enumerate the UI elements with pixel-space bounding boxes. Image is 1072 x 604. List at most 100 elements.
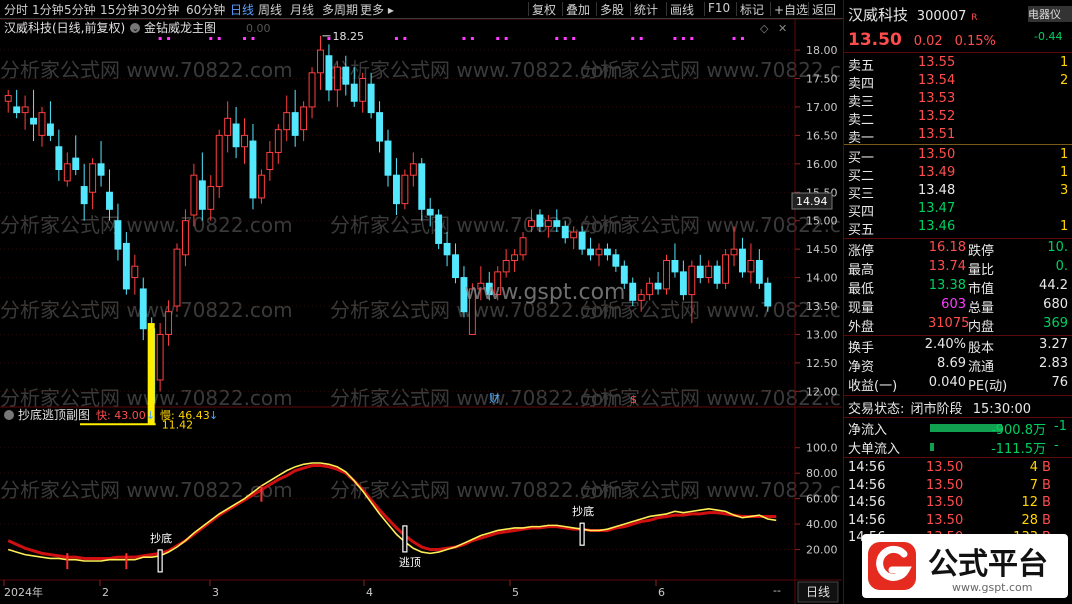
candle-body[interactable]: [38, 112, 46, 136]
bid-price[interactable]: 13.49: [918, 165, 955, 180]
candle-body[interactable]: [376, 112, 384, 142]
candle-body[interactable]: [30, 117, 37, 125]
candle-body[interactable]: [502, 260, 510, 273]
candle-body[interactable]: [696, 265, 704, 279]
candle-body[interactable]: [435, 214, 443, 244]
candle-body[interactable]: [646, 282, 654, 296]
candle-body[interactable]: [553, 220, 561, 227]
ask-price[interactable]: 13.52: [918, 109, 955, 124]
tab-5[interactable]: 60分钟: [186, 1, 225, 18]
candle-body[interactable]: [452, 254, 459, 279]
financial-report-marker[interactable]: 财: [489, 391, 500, 405]
candle-body[interactable]: [418, 163, 426, 210]
candle-body[interactable]: [46, 123, 54, 136]
candle-body[interactable]: [764, 282, 772, 307]
candle-body[interactable]: [392, 174, 400, 205]
candle-body[interactable]: [755, 260, 763, 284]
candle-body[interactable]: [291, 112, 299, 136]
candle-body[interactable]: [72, 157, 80, 170]
candle-body[interactable]: [13, 106, 21, 114]
candle-body[interactable]: [131, 265, 139, 279]
toolbar-action-6[interactable]: 标记: [740, 1, 764, 18]
candle-body[interactable]: [333, 66, 341, 91]
ask-price[interactable]: 13.54: [918, 73, 955, 88]
toolbar-action-3[interactable]: 统计: [634, 1, 658, 18]
candle-body[interactable]: [367, 83, 375, 114]
candle-body[interactable]: [156, 333, 164, 381]
candle-body[interactable]: [63, 163, 71, 182]
candle-body[interactable]: [587, 248, 595, 256]
candle-body[interactable]: [654, 282, 662, 290]
toolbar-action-1[interactable]: 叠加: [566, 1, 590, 18]
ask-price[interactable]: 13.53: [918, 91, 955, 106]
dividend-marker[interactable]: $: [630, 393, 637, 406]
candle-body[interactable]: [274, 129, 282, 153]
candle-body[interactable]: [266, 151, 274, 170]
candle-body[interactable]: [190, 174, 198, 216]
candle-body[interactable]: [325, 55, 333, 91]
tab-9[interactable]: 多周期: [322, 1, 358, 18]
candle-body[interactable]: [224, 117, 232, 136]
tab-2[interactable]: 5分钟: [64, 1, 96, 18]
candle-body[interactable]: [603, 248, 611, 256]
candle-body[interactable]: [207, 186, 215, 210]
tab-8[interactable]: 月线: [290, 1, 314, 18]
candle-body[interactable]: [747, 260, 755, 273]
sector-tag[interactable]: 电器仪: [1028, 6, 1072, 22]
kline-chart[interactable]: 分析家公式网 www.70822.com 分析家公式网 www.70822.com…: [0, 19, 842, 604]
candle-body[interactable]: [232, 123, 240, 148]
candle-body[interactable]: [409, 163, 417, 176]
candle-body[interactable]: [114, 220, 122, 250]
candle-body[interactable]: [181, 220, 189, 256]
candle-body[interactable]: [89, 163, 97, 193]
candle-body[interactable]: [663, 260, 670, 290]
toolbar-action-8[interactable]: 返回: [812, 1, 836, 18]
candle-body[interactable]: [679, 271, 687, 296]
candle-body[interactable]: [359, 78, 367, 102]
candle-body[interactable]: [637, 294, 645, 301]
tab-3[interactable]: 15分钟: [100, 1, 139, 18]
bid-price[interactable]: 13.48: [918, 183, 955, 198]
tab-0[interactable]: 分时: [4, 1, 28, 18]
candle-body[interactable]: [612, 254, 620, 267]
candle-body[interactable]: [257, 174, 265, 199]
candle-body[interactable]: [97, 163, 105, 176]
candle-body[interactable]: [350, 83, 358, 102]
tab-4[interactable]: 30分钟: [140, 1, 179, 18]
candle-body[interactable]: [688, 265, 696, 296]
candle-body[interactable]: [249, 140, 257, 199]
candle-body[interactable]: [300, 106, 308, 131]
candle-body[interactable]: [342, 66, 350, 85]
tab-1[interactable]: 1分钟: [32, 1, 64, 18]
close-icon[interactable]: ✕: [778, 22, 787, 35]
candle-body[interactable]: [139, 288, 147, 330]
bid-price[interactable]: 13.46: [918, 219, 955, 234]
candle-body[interactable]: [384, 140, 392, 176]
candle-body[interactable]: [4, 95, 12, 102]
candle-body[interactable]: [106, 191, 113, 210]
candle-body[interactable]: [595, 248, 603, 256]
candle-body[interactable]: [173, 248, 181, 307]
tab-6[interactable]: 日线: [230, 1, 254, 18]
candle-body[interactable]: [308, 72, 316, 108]
bid-price[interactable]: 13.50: [918, 147, 955, 162]
ask-price[interactable]: 13.51: [918, 127, 955, 142]
candle-body[interactable]: [55, 146, 63, 170]
candle-body[interactable]: [519, 237, 527, 256]
candle-body[interactable]: [198, 180, 206, 210]
candle-body[interactable]: [722, 254, 730, 284]
candle-body[interactable]: [511, 254, 519, 261]
candle-body[interactable]: [443, 242, 451, 256]
candle-body[interactable]: [570, 231, 578, 239]
tab-10[interactable]: 更多 ▸: [360, 1, 394, 18]
candle-body[interactable]: [21, 106, 29, 114]
candle-body[interactable]: [241, 134, 248, 148]
ask-price[interactable]: 13.55: [918, 55, 955, 70]
candle-body[interactable]: [544, 220, 552, 227]
bid-price[interactable]: 13.47: [918, 201, 955, 216]
candle-body[interactable]: [122, 242, 130, 290]
candle-body[interactable]: [713, 265, 721, 284]
candle-body[interactable]: [705, 265, 713, 279]
candle-body[interactable]: [629, 282, 637, 301]
candle-body[interactable]: [578, 231, 586, 250]
